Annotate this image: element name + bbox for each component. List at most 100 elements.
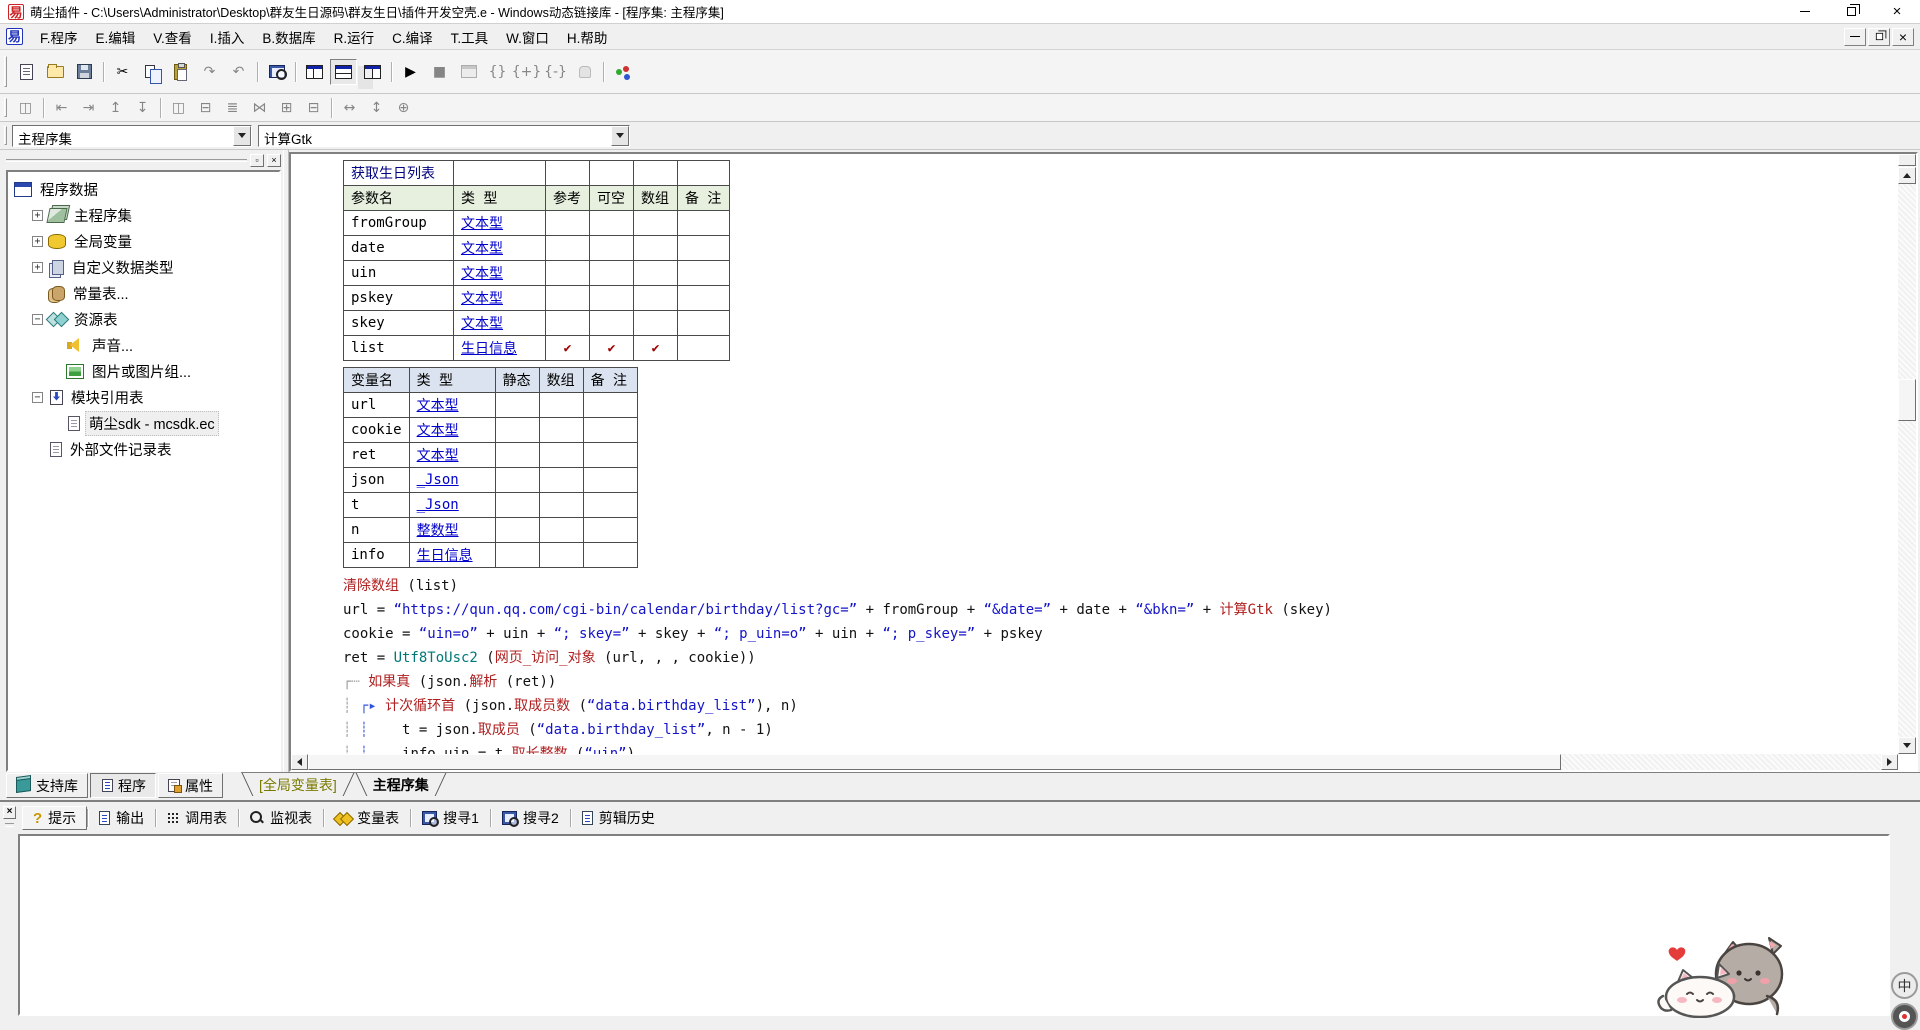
flag-cell[interactable]: [634, 236, 678, 261]
comment-cell[interactable]: [678, 236, 730, 261]
horizontal-scroll-thumb[interactable]: [308, 754, 1561, 770]
restore-button[interactable]: [1828, 0, 1874, 23]
empty-cell[interactable]: [583, 518, 637, 543]
cut-button[interactable]: ✂: [109, 59, 136, 85]
dock-tab-hint[interactable]: ?提示: [22, 806, 87, 830]
doc-tab-1[interactable]: 主程序集: [355, 773, 447, 796]
empty-cell[interactable]: [539, 443, 583, 468]
code-line-8[interactable]: ┊ ┊ ·· info.uin = t.取长整数 (“uin”): [343, 742, 1898, 754]
flag-cell[interactable]: [634, 211, 678, 236]
code-line-4[interactable]: ret = Utf8ToUsc2 (网页_访问_对象 (url, , , coo…: [343, 646, 1898, 670]
side-tab-libraries[interactable]: 支持库: [6, 773, 88, 798]
menu-item-1[interactable]: E.编辑: [87, 24, 145, 50]
flag-cell[interactable]: [546, 236, 590, 261]
var-name-cell[interactable]: ret: [344, 443, 410, 468]
dock-tab-watch-table[interactable]: 监视表: [239, 806, 323, 830]
flag-cell[interactable]: ✔: [546, 336, 590, 361]
code-line-1[interactable]: 清除数组 (list): [343, 574, 1898, 598]
close-button[interactable]: ×: [1874, 0, 1920, 23]
flag-cell[interactable]: [634, 286, 678, 311]
code-line-6[interactable]: ┊ ┌▸ 计次循环首 (json.取成员数 (“data.birthday_li…: [343, 694, 1898, 718]
method-combobox-dropdown-button[interactable]: [611, 126, 629, 146]
tree-item-constants[interactable]: 常量表...: [10, 280, 277, 306]
var-name-cell[interactable]: t: [344, 493, 410, 518]
find-in-code-button[interactable]: [263, 59, 290, 85]
tree-item-custom-types[interactable]: +自定义数据类型: [10, 254, 277, 280]
empty-cell[interactable]: [539, 493, 583, 518]
form-toolbar-grip[interactable]: [4, 98, 7, 117]
tree-item-assembly[interactable]: +主程序集: [10, 202, 277, 228]
open-file-button[interactable]: [42, 59, 69, 85]
window-split-grid-button[interactable]: [359, 59, 386, 85]
empty-cell[interactable]: [495, 518, 539, 543]
dock-tab-search1[interactable]: 搜寻1: [411, 806, 490, 830]
code-line-5[interactable]: ┌┈ 如果真 (json.解析 (ret)): [343, 670, 1898, 694]
collapse-icon[interactable]: −: [32, 314, 43, 325]
code-line-2[interactable]: url = “https://qun.qq.com/cgi-bin/calend…: [343, 598, 1898, 622]
var-name-cell[interactable]: cookie: [344, 418, 410, 443]
scroll-right-button[interactable]: [1881, 754, 1898, 770]
scroll-up-button[interactable]: [1898, 167, 1916, 184]
flag-cell[interactable]: [546, 286, 590, 311]
mdi-minimize-button[interactable]: [1844, 28, 1866, 46]
empty-cell[interactable]: [539, 518, 583, 543]
empty-cell[interactable]: [583, 393, 637, 418]
flag-cell[interactable]: [546, 211, 590, 236]
comment-cell[interactable]: [678, 336, 730, 361]
ime-language-button[interactable]: 中: [1891, 972, 1918, 999]
flag-cell[interactable]: [590, 261, 634, 286]
code-line-7[interactable]: ┊ ┊ ·· t = json.取成员 (“data.birthday_list…: [343, 718, 1898, 742]
var-type-cell[interactable]: 整数型: [409, 518, 495, 543]
flag-cell[interactable]: [590, 211, 634, 236]
empty-cell[interactable]: [583, 493, 637, 518]
flag-cell[interactable]: [546, 311, 590, 336]
expand-icon[interactable]: +: [32, 262, 43, 273]
tree-item-modules[interactable]: −模块引用表: [10, 384, 277, 410]
comment-cell[interactable]: [678, 261, 730, 286]
flag-cell[interactable]: [590, 286, 634, 311]
scroll-down-button[interactable]: [1898, 737, 1916, 754]
tree-item-sound[interactable]: 声音...: [10, 332, 277, 358]
dock-close-button[interactable]: ×: [3, 806, 16, 819]
expand-icon[interactable]: +: [32, 210, 43, 221]
vertical-scroll-thumb[interactable]: [1898, 379, 1916, 421]
dock-tab-output[interactable]: 输出: [88, 806, 155, 830]
empty-cell[interactable]: [495, 443, 539, 468]
param-name-cell[interactable]: skey: [344, 311, 454, 336]
empty-cell[interactable]: [678, 161, 730, 186]
empty-cell[interactable]: [495, 468, 539, 493]
ime-record-button[interactable]: [1891, 1003, 1918, 1030]
empty-cell[interactable]: [454, 161, 546, 186]
empty-cell[interactable]: [590, 161, 634, 186]
tree-item-images[interactable]: 图片或图片组...: [10, 358, 277, 384]
param-name-cell[interactable]: pskey: [344, 286, 454, 311]
run-button[interactable]: ▶: [397, 59, 424, 85]
mdi-restore-button[interactable]: [1868, 28, 1890, 46]
method-name-cell[interactable]: 获取生日列表: [344, 161, 454, 186]
window-split-left-button[interactable]: [301, 59, 328, 85]
toolbar-grip[interactable]: [4, 56, 7, 86]
flag-cell[interactable]: [590, 311, 634, 336]
empty-cell[interactable]: [539, 393, 583, 418]
vertical-scrollbar[interactable]: [1898, 154, 1916, 754]
var-type-cell[interactable]: _Json: [409, 493, 495, 518]
comment-cell[interactable]: [678, 311, 730, 336]
param-type-cell[interactable]: 文本型: [454, 211, 546, 236]
var-type-cell[interactable]: 文本型: [409, 443, 495, 468]
tree-item-program-data[interactable]: 程序数据: [10, 176, 277, 202]
menu-item-8[interactable]: W.窗口: [497, 24, 558, 50]
window-split-top-button[interactable]: [330, 59, 357, 85]
dock-tab-search2[interactable]: 搜寻2: [491, 806, 570, 830]
scroll-left-button[interactable]: [291, 754, 308, 770]
plugin-tool-button[interactable]: [609, 59, 636, 85]
empty-cell[interactable]: [583, 543, 637, 568]
var-name-cell[interactable]: n: [344, 518, 410, 543]
dock-tab-variable-table[interactable]: 变量表: [324, 806, 410, 830]
output-area[interactable]: [18, 834, 1890, 1016]
menu-item-0[interactable]: F.程序: [31, 24, 87, 50]
menu-item-6[interactable]: C.编译: [383, 24, 442, 50]
empty-cell[interactable]: [495, 543, 539, 568]
empty-cell[interactable]: [583, 418, 637, 443]
flag-cell[interactable]: ✔: [590, 336, 634, 361]
tree-item-resources[interactable]: −资源表: [10, 306, 277, 332]
